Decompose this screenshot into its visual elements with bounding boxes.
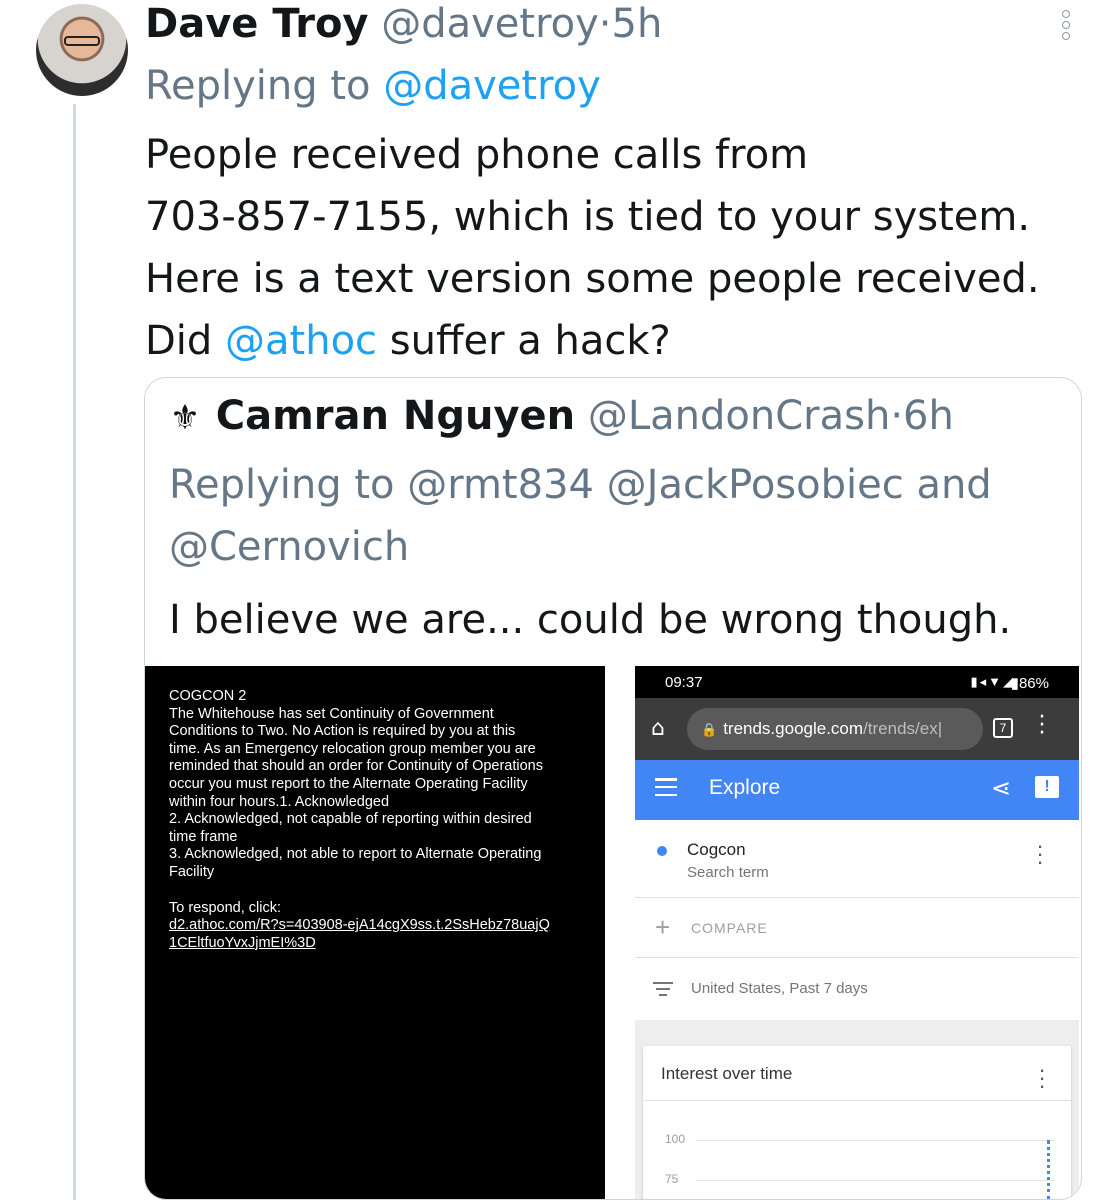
sms-line: time frame <box>169 828 238 845</box>
card-title: Interest over time <box>661 1064 793 1083</box>
sms-line: time. As an Emergency relocation group m… <box>169 740 536 757</box>
tweet-text-line: Here is a text version some people recei… <box>145 256 1040 302</box>
quoted-author-name[interactable]: Camran Nguyen <box>216 393 575 439</box>
battery-level: 86% <box>1018 675 1049 692</box>
reply-mention[interactable]: @davetroy <box>383 63 601 109</box>
share-icon: ⋖ <box>991 775 1012 802</box>
url-path: /trends/ex| <box>863 719 943 738</box>
quoted-header: ⚜ Camran Nguyen @LandonCrash·6h <box>167 392 954 442</box>
separator: · <box>890 393 904 439</box>
search-term-row: Cogcon Search term · · · <box>635 820 1079 898</box>
url-host: trends.google.com <box>723 719 864 738</box>
reply-prefix: Replying to <box>145 63 371 109</box>
trends-screenshot[interactable]: 09:37 ▮◂▼◢ ▮86% ⌂ 🔒 trends.google.com/tre… <box>635 666 1079 1199</box>
kebab-icon: · · · <box>1036 833 1044 874</box>
plus-icon: + <box>655 912 671 942</box>
sms-line: reminded that should an order for Contin… <box>169 758 543 775</box>
sms-line: 2. Acknowledged, not capable of reportin… <box>169 811 532 828</box>
avatar-glasses <box>64 36 100 46</box>
gridline <box>695 1140 1055 1141</box>
sms-line: Conditions to Two. No Action is required… <box>169 723 516 740</box>
thread-line <box>73 104 76 1200</box>
trend-line <box>1047 1140 1050 1199</box>
sms-line: within four hours.1. Acknowledged <box>169 793 390 810</box>
sms-body: COGCON 2 The Whitehouse has set Continuit… <box>169 688 581 882</box>
respond-link: d2.athoc.com/R?s=403908-ejA14cgX9ss.t.2S… <box>169 917 550 934</box>
quoted-author-handle[interactable]: @LandonCrash <box>588 393 890 439</box>
sms-line: occur you must report to the Alternate O… <box>169 775 528 792</box>
home-icon: ⌂ <box>651 716 665 741</box>
card-divider <box>643 1100 1071 1101</box>
signal-icon: ▮◂▼◢ <box>970 674 1015 689</box>
lock-icon: 🔒 <box>701 722 718 737</box>
author-name[interactable]: Dave Troy <box>145 1 369 47</box>
quoted-tweet[interactable]: ⚜ Camran Nguyen @LandonCrash·6h Replying… <box>144 377 1082 1200</box>
avatar[interactable] <box>36 4 128 96</box>
more-icon[interactable] <box>1060 10 1072 40</box>
sms-screenshot[interactable]: COGCON 2 The Whitehouse has set Continuit… <box>145 666 605 1199</box>
quoted-text: I believe we are... could be wrong thoug… <box>169 597 1012 643</box>
tweet-time[interactable]: 5h <box>612 1 663 47</box>
tick-label: 100 <box>665 1132 686 1146</box>
sms-line: The Whitehouse has set Continuity of Gov… <box>169 705 494 722</box>
tweet-header: Dave Troy @davetroy·5h <box>145 0 662 48</box>
tweet-text-line: Did @athoc suffer a hack? <box>145 310 1085 372</box>
athoc-mention[interactable]: @athoc <box>225 318 377 364</box>
saints-fleur-de-lis-icon: ⚜ <box>169 398 201 438</box>
separator: · <box>598 1 612 47</box>
tick-label: 75 <box>665 1172 679 1186</box>
menu-icon <box>655 778 677 796</box>
replying-to: Replying to @davetroy <box>145 62 601 110</box>
text-fragment: Did <box>145 318 213 364</box>
interest-card: Interest over time · · · 100 75 <box>643 1046 1071 1199</box>
tweet-text-line: People received phone calls from <box>145 132 809 178</box>
respond-link-cont: 1CEltfuoYvxJjmEI%3D <box>169 934 316 951</box>
respond-label: To respond, click: <box>169 899 282 916</box>
status-time: 09:37 <box>665 674 703 691</box>
term-name: Cogcon <box>687 840 746 859</box>
filter-icon <box>653 982 673 996</box>
author-handle[interactable]: @davetroy <box>381 1 599 47</box>
explore-title: Explore <box>709 776 781 799</box>
quoted-time: 6h <box>903 393 954 439</box>
quoted-replying-to: Replying to @rmt834 @JackPosobiec and @C… <box>169 462 992 570</box>
tweet-text-line: 703-857-7155, which is tied to your syst… <box>145 194 1031 240</box>
compare-label: COMPARE <box>691 920 768 936</box>
feedback-icon: ! <box>1035 776 1059 798</box>
gridline <box>695 1180 1055 1181</box>
explore-bar: Explore ⋖ ! <box>635 760 1079 820</box>
text-fragment: suffer a hack? <box>389 318 671 364</box>
tweet-text: People received phone calls from 703-857… <box>145 124 1085 372</box>
sms-line: COGCON 2 <box>169 688 247 704</box>
status-bar: 09:37 ▮◂▼◢ ▮86% <box>635 666 1079 698</box>
url-bar: 🔒 trends.google.com/trends/ex| <box>687 708 983 750</box>
sms-line: Facility <box>169 863 215 880</box>
tabs-icon: 7 <box>993 718 1013 738</box>
kebab-icon: · · · <box>1038 705 1046 746</box>
battery-icon: ▮86% <box>1010 675 1049 692</box>
filter-row: United States, Past 7 days <box>635 958 1079 1020</box>
series-dot <box>657 846 667 856</box>
term-type: Search term <box>687 864 769 881</box>
browser-toolbar: ⌂ 🔒 trends.google.com/trends/ex| 7 · · · <box>635 698 1079 760</box>
compare-row: + COMPARE <box>635 898 1079 958</box>
kebab-icon: · · · <box>1038 1057 1046 1098</box>
sms-line: 3. Acknowledged, not able to report to A… <box>169 846 542 863</box>
filter-label: United States, Past 7 days <box>691 980 868 997</box>
